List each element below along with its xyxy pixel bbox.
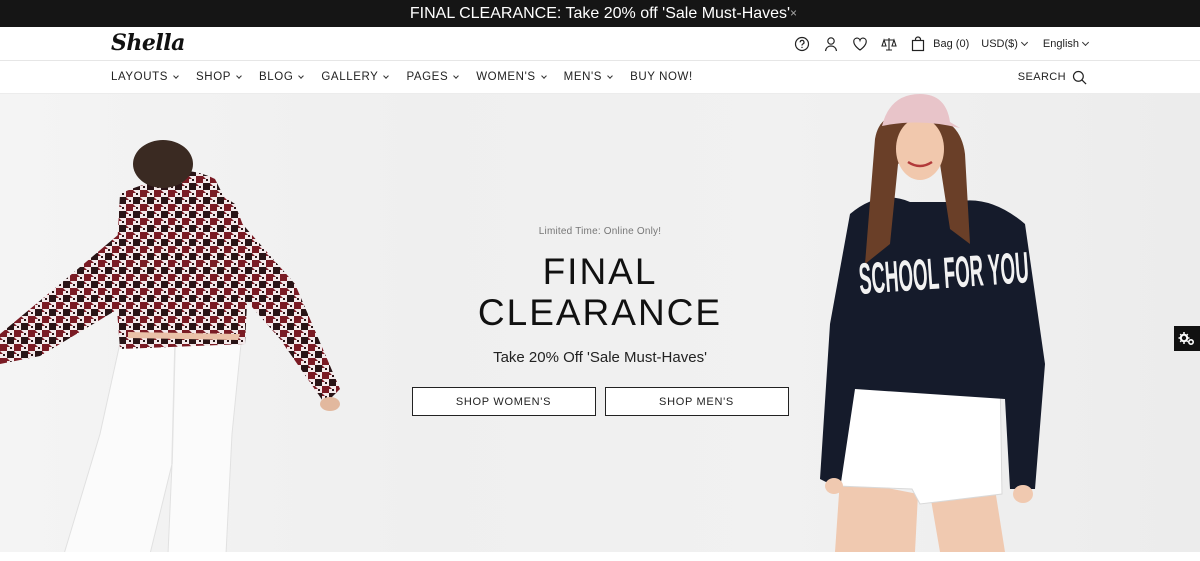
currency-selector[interactable]: USD($) — [981, 38, 1028, 50]
chevron-down-icon — [236, 72, 242, 79]
announcement-text: FINAL CLEARANCE: Take 20% off 'Sale Must… — [409, 4, 791, 22]
nav-label: LAYOUTS — [111, 71, 169, 83]
hero-headline-line2: CLEARANCE — [477, 292, 723, 333]
chevron-down-icon — [1081, 38, 1090, 47]
model-left-image — [0, 140, 340, 552]
logo[interactable]: Shella — [111, 30, 185, 56]
hero-headline-line1: FINAL — [542, 251, 658, 292]
nav-item-gallery[interactable]: GALLERY — [321, 71, 390, 83]
close-icon[interactable]: × — [790, 6, 797, 20]
hero-content: Limited Time: Online Only! FINAL CLEARAN… — [400, 226, 800, 416]
search-label: SEARCH — [1017, 71, 1066, 83]
search-icon — [1072, 70, 1087, 84]
bag-button[interactable]: Bag (0) — [909, 35, 969, 53]
chevron-down-icon — [453, 72, 460, 79]
nav-item-mens[interactable]: MEN'S — [563, 71, 613, 83]
settings-gear-icon[interactable] — [1174, 326, 1200, 351]
hero-eyebrow: Limited Time: Online Only! — [538, 226, 662, 237]
account-icon[interactable] — [822, 35, 840, 53]
site-header: Shella Bag (0) USD($) English — [0, 27, 1200, 61]
nav-item-buy-now[interactable]: BUY NOW! — [630, 71, 693, 83]
nav-label: BUY NOW! — [630, 71, 693, 83]
nav-label: WOMEN'S — [476, 71, 536, 83]
chevron-down-icon — [298, 72, 305, 79]
language-label: English — [1042, 38, 1079, 50]
nav-label: MEN'S — [563, 71, 603, 83]
nav-label: GALLERY — [321, 71, 379, 83]
chevron-down-icon — [540, 72, 547, 79]
model-right-image: SCHOOL FOR YOU — [820, 94, 1045, 552]
nav-item-womens[interactable]: WOMEN'S — [476, 71, 547, 83]
nav-item-layouts[interactable]: LAYOUTS — [111, 71, 179, 83]
hero-cta-group: SHOP WOMEN'S SHOP MEN'S — [400, 387, 800, 416]
header-actions: Bag (0) USD($) English — [782, 27, 1090, 61]
nav-item-blog[interactable]: BLOG — [259, 71, 305, 83]
wishlist-icon[interactable] — [851, 35, 869, 53]
nav-label: BLOG — [259, 71, 294, 83]
compare-icon[interactable] — [880, 35, 898, 53]
nav-label: SHOP — [196, 71, 232, 83]
nav-item-pages[interactable]: PAGES — [406, 71, 460, 83]
shop-mens-button[interactable]: SHOP MEN'S — [604, 387, 789, 416]
nav-item-shop[interactable]: SHOP — [196, 71, 242, 83]
nav-list: LAYOUTS SHOP BLOG GALLERY PAGES WOMEN'S … — [111, 61, 711, 93]
chevron-down-icon — [1020, 38, 1028, 47]
search-button[interactable]: SEARCH — [1018, 61, 1087, 93]
nav-label: PAGES — [406, 71, 449, 83]
shop-womens-button[interactable]: SHOP WOMEN'S — [411, 387, 596, 416]
bag-label: Bag (0) — [933, 38, 970, 50]
announcement-bar: FINAL CLEARANCE: Take 20% off 'Sale Must… — [0, 0, 1200, 27]
hero-banner: Limited Time: Online Only! FINAL CLEARAN… — [0, 94, 1200, 552]
main-navigation: LAYOUTS SHOP BLOG GALLERY PAGES WOMEN'S … — [0, 61, 1200, 94]
chevron-down-icon — [173, 72, 179, 79]
help-icon[interactable] — [793, 35, 811, 53]
language-selector[interactable]: English — [1042, 38, 1090, 50]
hero-headline: FINAL CLEARANCE — [400, 251, 800, 333]
bag-icon — [909, 35, 927, 53]
chevron-down-icon — [607, 72, 613, 79]
chevron-down-icon — [383, 72, 390, 79]
hero-subline: Take 20% Off 'Sale Must-Haves' — [493, 349, 707, 366]
currency-label: USD($) — [981, 38, 1018, 50]
